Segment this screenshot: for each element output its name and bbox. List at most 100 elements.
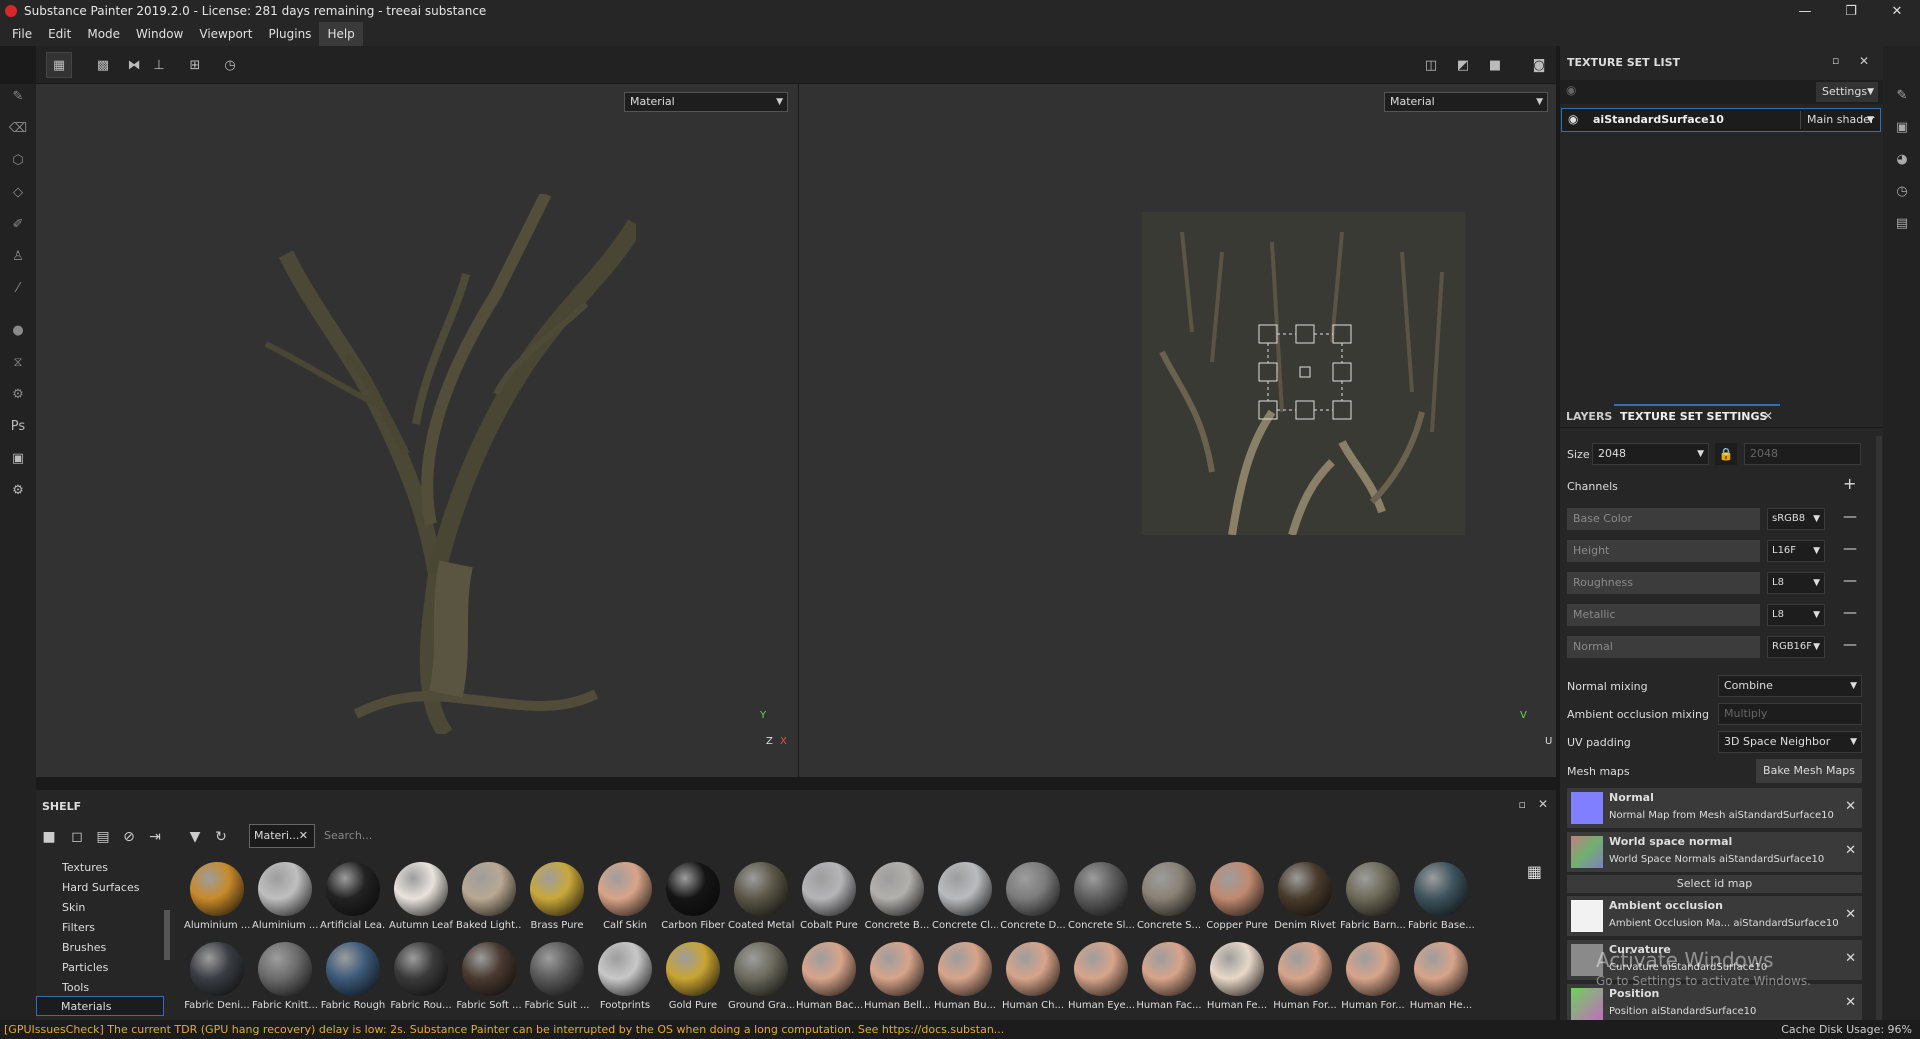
grid-view-icon[interactable]: ▩ <box>90 52 116 78</box>
undock-icon[interactable]: ▫ <box>1832 54 1839 67</box>
material-icon[interactable]: ● <box>5 318 31 342</box>
close-shelf-icon[interactable]: ✕ <box>1538 797 1548 811</box>
channel-metallic[interactable]: Metallic <box>1567 604 1760 626</box>
material-thumbnail[interactable]: Human He... <box>1408 942 1474 1011</box>
add-channel-icon[interactable]: + <box>1843 474 1856 493</box>
material-thumbnail[interactable]: Concrete D... <box>1000 862 1066 931</box>
shader-dropdown[interactable]: Main shader ▼ <box>1800 111 1878 129</box>
camera-icon[interactable]: ■ <box>1482 52 1508 78</box>
polygon-fill-icon[interactable]: ◇ <box>5 180 31 204</box>
normal-mixing-dropdown[interactable]: Combine ▼ <box>1718 675 1862 697</box>
settings-dropdown[interactable]: Settings ▼ <box>1816 82 1878 102</box>
uv-texture-preview[interactable] <box>1142 212 1465 537</box>
material-thumbnail[interactable]: Footprints <box>592 942 658 1011</box>
symmetry-y-icon[interactable]: ⊥ <box>146 52 172 78</box>
color-picker-icon[interactable]: ⁄ <box>5 276 31 300</box>
material-thumbnail[interactable]: Human Bu... <box>932 942 998 1011</box>
channel-format-dropdown[interactable]: L8 ▼ <box>1767 604 1825 626</box>
material-thumbnail[interactable]: Fabric Suit ... <box>524 942 590 1011</box>
material-thumbnail[interactable]: Copper Pure <box>1204 862 1270 931</box>
menu-window[interactable]: Window <box>128 22 191 46</box>
uv-padding-dropdown[interactable]: 3D Space Neighbor ▼ <box>1718 731 1862 753</box>
close-tag-icon[interactable]: ✕ <box>299 825 308 847</box>
material-thumbnail[interactable]: Fabric Barn... <box>1340 862 1406 931</box>
mesh-map-ambient-occlusion[interactable]: Ambient occlusion Ambient Occlusion Ma..… <box>1567 896 1862 936</box>
material-thumbnail[interactable]: Coated Metal <box>728 862 794 931</box>
material-thumbnail[interactable]: Calf Skin <box>592 862 658 931</box>
viewport-3d[interactable]: Material ▼ Y Z X <box>36 84 798 777</box>
select-id-map-button[interactable]: Select id map <box>1567 875 1862 893</box>
split-view-icon[interactable]: ◫ <box>1418 52 1444 78</box>
menu-mode[interactable]: Mode <box>79 22 128 46</box>
category-textures[interactable]: Textures <box>62 861 108 874</box>
category-scrollbar[interactable] <box>164 910 170 960</box>
category-particles[interactable]: Particles <box>62 961 108 974</box>
brush-properties-icon[interactable]: ✎ <box>1891 84 1913 106</box>
material-thumbnail[interactable]: Concrete Sl... <box>1068 862 1134 931</box>
material-thumbnail[interactable]: Human Eye... <box>1068 942 1134 1011</box>
menu-viewport[interactable]: Viewport <box>191 22 260 46</box>
material-thumbnail[interactable]: Fabric Base... <box>1408 862 1474 931</box>
refresh-icon[interactable]: ↻ <box>210 826 232 848</box>
material-thumbnail[interactable]: Human Bell... <box>864 942 930 1011</box>
material-thumbnail[interactable]: Human Ch... <box>1000 942 1066 1011</box>
symmetry-x-icon[interactable]: ⧓ <box>121 52 147 78</box>
screenshot-icon[interactable]: ◙ <box>1526 52 1552 78</box>
material-thumbnail[interactable]: Baked Light... <box>456 862 522 931</box>
material-thumbnail[interactable]: Aluminium ... <box>252 862 318 931</box>
remove-channel-icon[interactable]: — <box>1843 573 1857 589</box>
close-tab-icon[interactable]: ✕ <box>1763 409 1773 423</box>
history-icon[interactable]: ◷ <box>1891 180 1913 202</box>
material-thumbnail[interactable]: Fabric Rou... <box>388 942 454 1011</box>
material-thumbnail[interactable]: Carbon Fiber <box>660 862 726 931</box>
channel-format-dropdown[interactable]: sRGB8 ▼ <box>1767 508 1825 530</box>
eraser-icon[interactable]: ⌫ <box>5 116 31 140</box>
maximize-button[interactable]: ❐ <box>1828 0 1874 22</box>
environment-icon[interactable]: ◕ <box>1891 148 1913 170</box>
mesh-map-world-space-normal[interactable]: World space normal World Space Normals a… <box>1567 832 1862 872</box>
material-thumbnail[interactable]: Fabric Soft ... <box>456 942 522 1011</box>
menu-plugins[interactable]: Plugins <box>260 22 319 46</box>
remove-mesh-map-icon[interactable]: ✕ <box>1845 995 1856 1010</box>
channel-roughness[interactable]: Roughness <box>1567 572 1760 594</box>
texture-set-item[interactable]: ◉ aiStandardSurface10 Main shader ▼ <box>1561 108 1881 132</box>
remove-mesh-map-icon[interactable]: ✕ <box>1845 799 1856 814</box>
material-thumbnail[interactable]: Denim Rivet <box>1272 862 1338 931</box>
menu-edit[interactable]: Edit <box>40 22 79 46</box>
remove-mesh-map-icon[interactable]: ✕ <box>1845 907 1856 922</box>
material-thumbnail[interactable]: Human Bac... <box>796 942 862 1011</box>
viewer-settings-icon[interactable]: ▣ <box>1891 116 1913 138</box>
single-view-icon[interactable]: ▦ <box>46 52 72 78</box>
tab-layers[interactable]: LAYERS <box>1566 410 1612 423</box>
new-shelf-icon[interactable]: ◻ <box>66 826 88 848</box>
remove-mesh-map-icon[interactable]: ✕ <box>1845 951 1856 966</box>
settings-icon[interactable]: ⚙ <box>5 478 31 502</box>
mesh-map-position[interactable]: Position Position aiStandardSurface10 ✕ <box>1567 984 1862 1020</box>
material-thumbnail[interactable]: Human Fe... <box>1204 942 1270 1011</box>
category-hard-surfaces[interactable]: Hard Surfaces <box>62 881 139 894</box>
size-dropdown[interactable]: 2048 ▼ <box>1592 443 1709 465</box>
bake-icon[interactable]: ⧖ <box>5 350 31 374</box>
hide-icon[interactable]: ⊘ <box>118 826 140 848</box>
material-thumbnail[interactable]: Concrete S... <box>1136 862 1202 931</box>
save-icon[interactable]: ▤ <box>92 826 114 848</box>
menu-help[interactable]: Help <box>319 22 363 46</box>
bake-mesh-maps-button[interactable]: Bake Mesh Maps <box>1756 759 1862 783</box>
channel-format-dropdown[interactable]: L8 ▼ <box>1767 572 1825 594</box>
import-icon[interactable]: ⇥ <box>144 826 166 848</box>
material-thumbnail[interactable]: Brass Pure <box>524 862 590 931</box>
smudge-icon[interactable]: ✐ <box>5 212 31 236</box>
material-thumbnail[interactable]: Ground Gra... <box>728 942 794 1011</box>
remove-channel-icon[interactable]: — <box>1843 605 1857 621</box>
close-window-button[interactable]: ✕ <box>1874 0 1920 22</box>
close-panel-icon[interactable]: ✕ <box>1859 54 1869 68</box>
material-thumbnail[interactable]: Concrete Cl... <box>932 862 998 931</box>
projection-icon[interactable]: ⬡ <box>5 148 31 172</box>
material-thumbnail[interactable]: Human For... <box>1340 942 1406 1011</box>
material-thumbnail[interactable]: Autumn Leaf <box>388 862 454 931</box>
undock-icon[interactable]: ▫ <box>1519 798 1526 811</box>
eye-icon[interactable]: ◉ <box>1568 112 1578 126</box>
filter-tag[interactable]: Materi... ✕ <box>249 824 315 848</box>
material-thumbnail[interactable]: Human Fac... <box>1136 942 1202 1011</box>
display-settings-icon[interactable]: ⚙ <box>5 382 31 406</box>
